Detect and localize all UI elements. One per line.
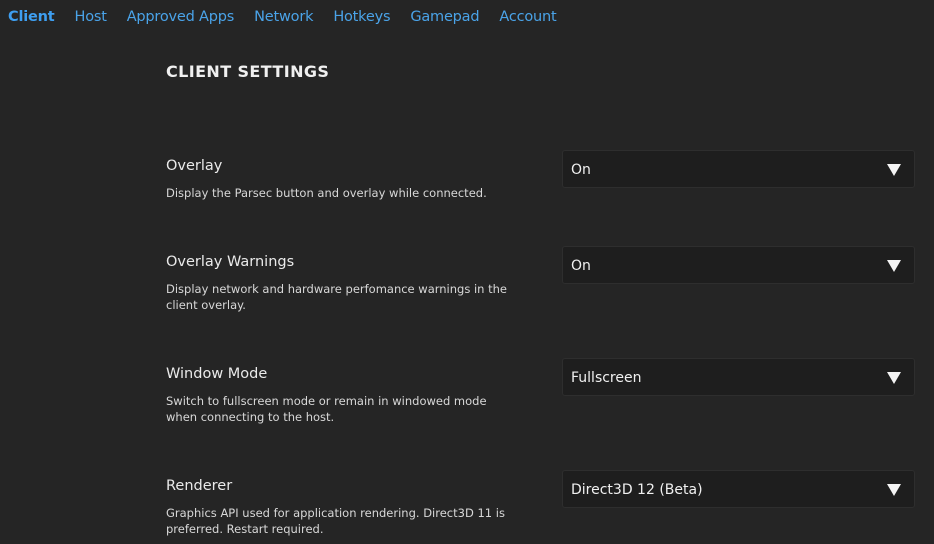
dropdown-selected-value: On	[571, 258, 591, 274]
setting-label: Overlay	[166, 158, 223, 174]
renderer-dropdown[interactable]: Direct3D 12 (Beta)	[562, 470, 915, 508]
settings-tab-bar: Client Host Approved Apps Network Hotkey…	[0, 0, 577, 34]
caret-down-icon	[887, 164, 901, 176]
tab-client[interactable]: Client	[8, 9, 55, 25]
setting-description: Display network and hardware perfomance …	[166, 282, 508, 312]
setting-label: Overlay Warnings	[166, 254, 295, 270]
overlay-warnings-dropdown[interactable]: On	[562, 246, 915, 284]
setting-description: Switch to fullscreen mode or remain in w…	[166, 394, 487, 424]
setting-description: Display the Parsec button and overlay wh…	[166, 186, 487, 200]
tab-network[interactable]: Network	[254, 9, 313, 25]
dropdown-selected-value: Direct3D 12 (Beta)	[571, 482, 703, 498]
tab-gamepad[interactable]: Gamepad	[410, 9, 479, 25]
tab-hotkeys[interactable]: Hotkeys	[333, 9, 390, 25]
tab-account[interactable]: Account	[499, 9, 556, 25]
dropdown-selected-value: On	[571, 162, 591, 178]
caret-down-icon	[887, 372, 901, 384]
window-mode-dropdown[interactable]: Fullscreen	[562, 358, 915, 396]
dropdown-selected-value: Fullscreen	[571, 370, 642, 386]
tab-approved-apps[interactable]: Approved Apps	[127, 9, 235, 25]
caret-down-icon	[887, 484, 901, 496]
setting-label: Window Mode	[166, 366, 268, 382]
setting-description: Graphics API used for application render…	[166, 506, 505, 536]
tab-host[interactable]: Host	[74, 9, 106, 25]
setting-label: Renderer	[166, 478, 233, 494]
overlay-dropdown[interactable]: On	[562, 150, 915, 188]
caret-down-icon	[887, 260, 901, 272]
page-title: CLIENT SETTINGS	[166, 62, 330, 81]
